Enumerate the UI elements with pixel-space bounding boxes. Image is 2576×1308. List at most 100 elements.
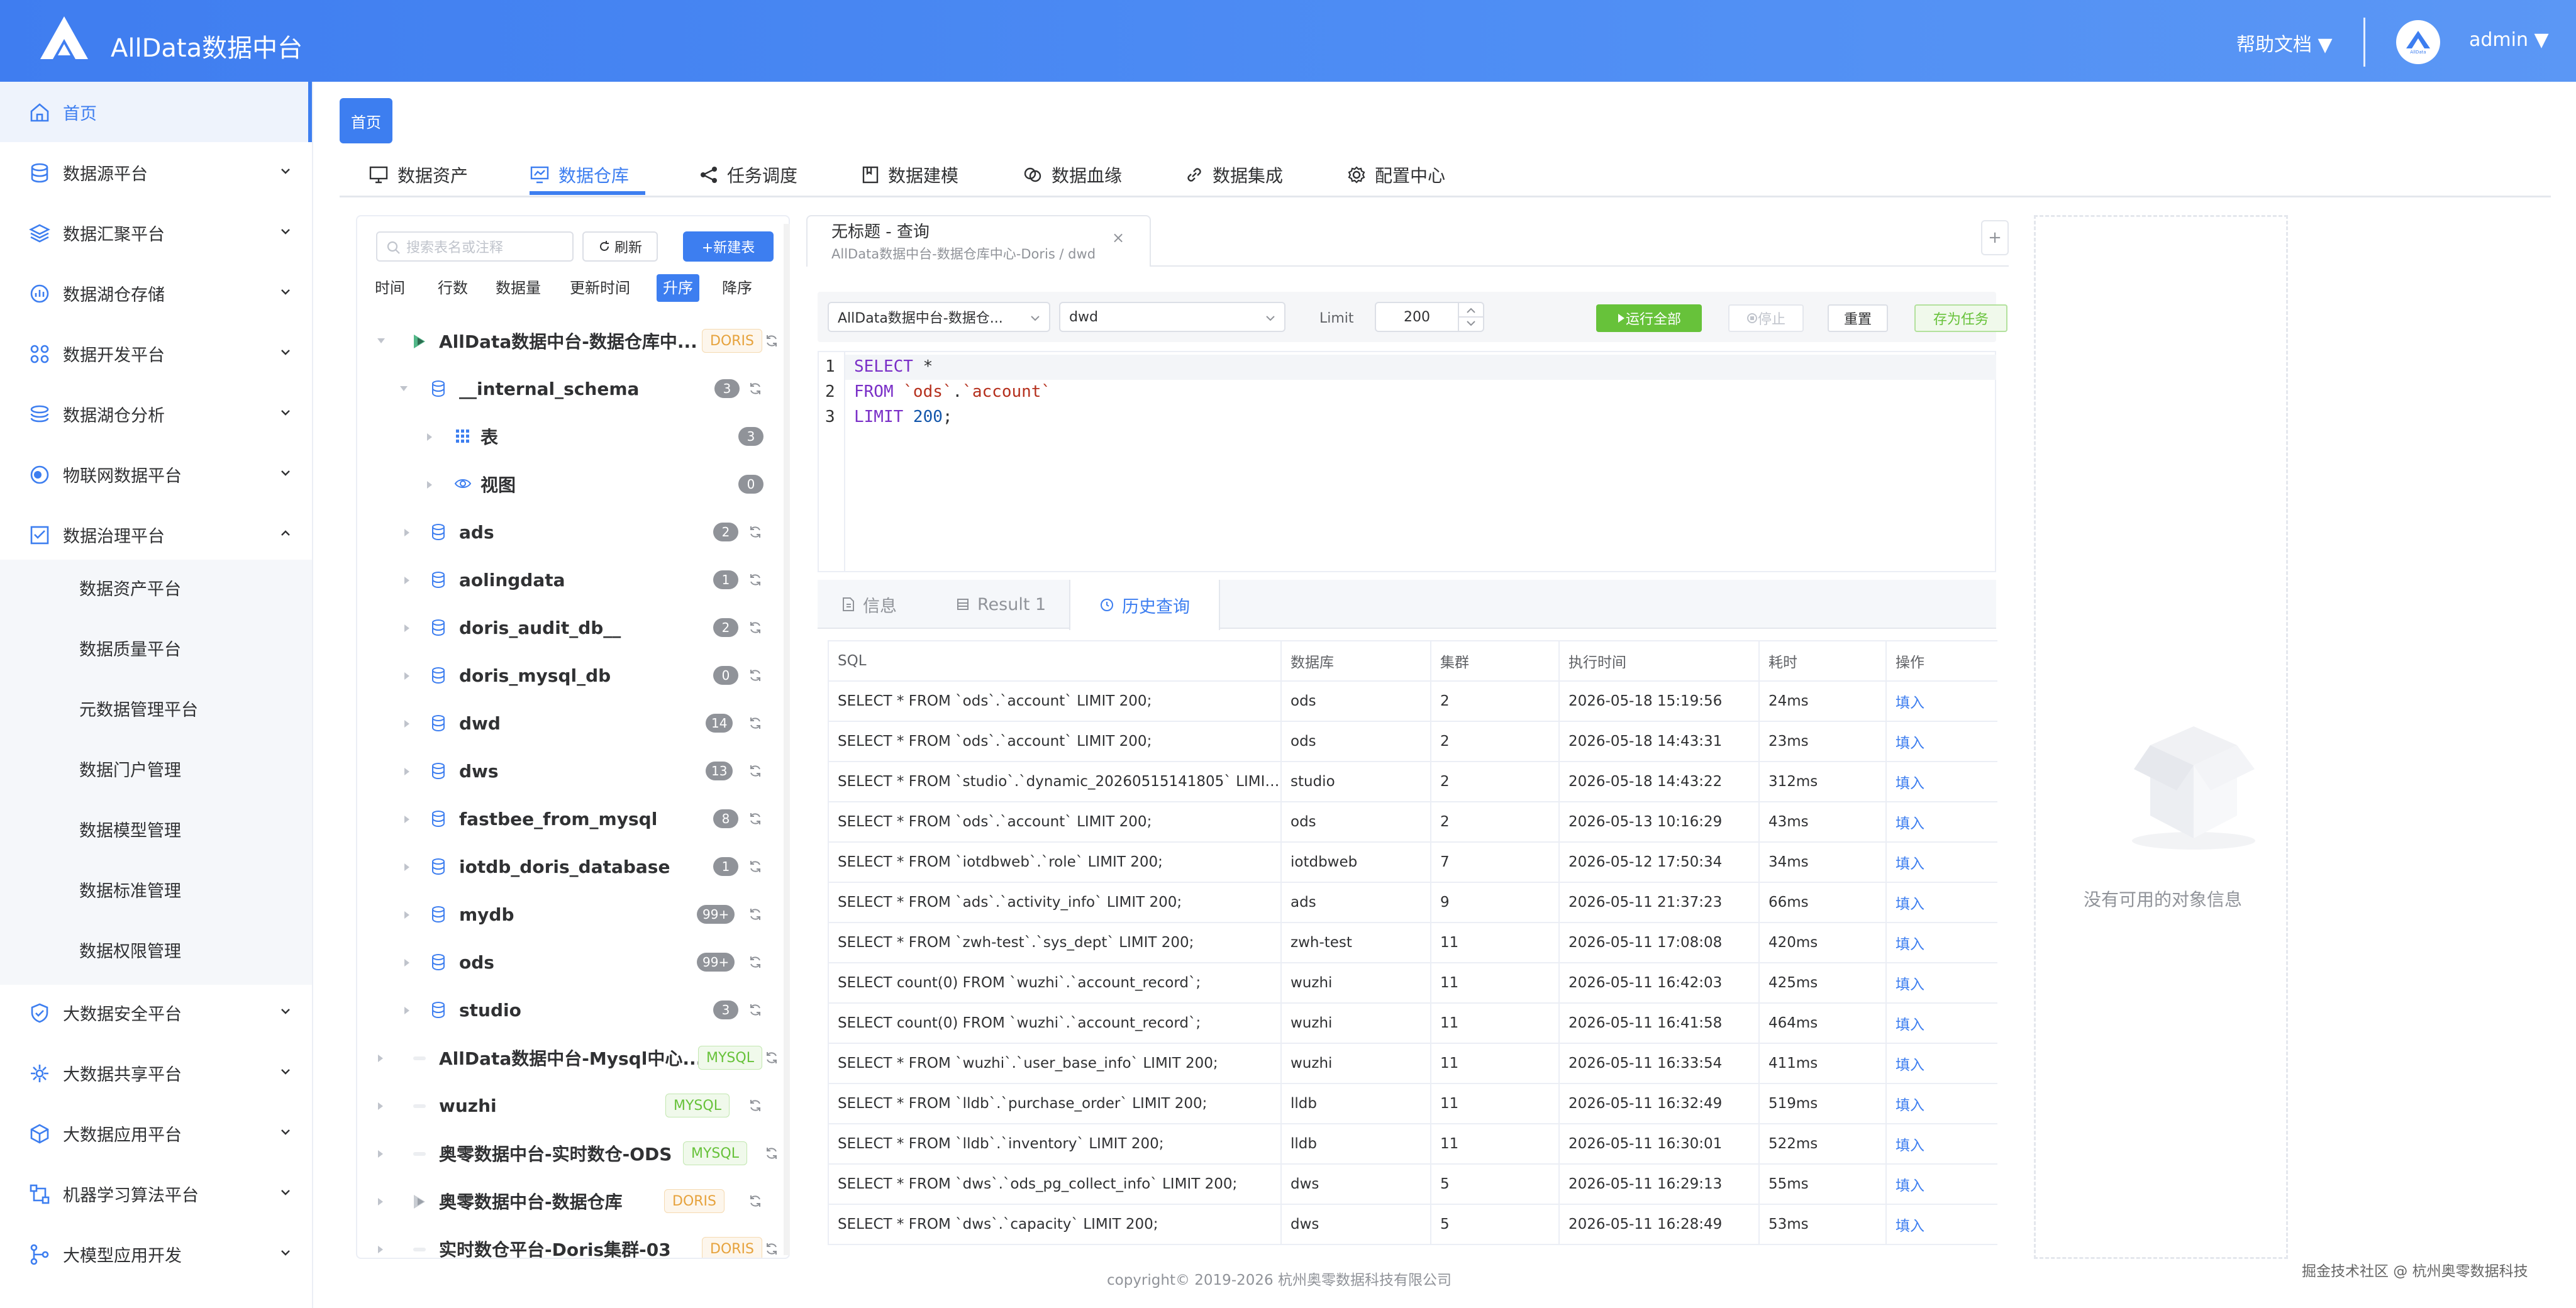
caret-right-icon[interactable] [402,767,411,777]
sidebar-item-dev[interactable]: 数据开发平台 [0,323,312,384]
schema-node[interactable]: fastbee_from_mysql 8 [357,795,789,843]
refresh-icon[interactable] [747,667,763,684]
schema-node[interactable]: doris_mysql_db 0 [357,651,789,699]
sidebar-item-application[interactable]: 大数据应用平台 [0,1103,312,1163]
sidebar-item-lakehouse-storage[interactable]: 数据湖仓存储 [0,263,312,323]
stop-button[interactable]: 停止 [1728,304,1804,332]
tab-data-integration[interactable]: 数据集成 [1185,161,1283,189]
refresh-icon[interactable] [763,1145,780,1161]
fill-in-link[interactable]: 填入 [1885,1163,1997,1205]
sort-by-size[interactable]: 数据量 [489,274,547,302]
schema-node[interactable]: dws 13 [357,747,789,795]
sort-ascending[interactable]: 升序 [657,274,699,302]
schema-node[interactable]: dwd 14 [357,699,789,747]
fill-in-link[interactable]: 填入 [1885,1123,1997,1165]
sidebar-item-governance[interactable]: 数据治理平台 [0,504,312,565]
datasource-node[interactable]: 奥零数据中台-数据仓库 DORIS [357,1177,789,1225]
schema-node[interactable]: iotdb_doris_database 1 [357,843,789,890]
tab-data-warehouse[interactable]: 数据仓库 [530,161,629,189]
caret-right-icon[interactable] [402,719,411,729]
tab-config-center[interactable]: 配置中心 [1347,161,1445,189]
tree-scrollbar[interactable] [784,224,790,1255]
refresh-icon[interactable] [747,811,763,827]
refresh-icon[interactable] [763,333,780,349]
query-tab[interactable]: 无标题 - 查询 AllData数据中台-数据仓库中心-Doris / dwd … [806,215,1151,267]
schema-node[interactable]: aolingdata 1 [357,556,789,604]
avatar[interactable]: AllData [2396,20,2440,64]
new-table-button[interactable]: +新建表 [683,231,774,262]
refresh-button[interactable]: 刷新 [582,231,658,262]
sidebar-item-datasource[interactable]: 数据源平台 [0,142,312,202]
limit-input[interactable]: 200 [1375,302,1484,332]
limit-stepper[interactable] [1458,303,1483,331]
sidebar-item-ml[interactable]: 机器学习算法平台 [0,1163,312,1224]
caret-right-icon[interactable] [402,910,411,920]
tab-query-history[interactable]: 历史查询 [1069,580,1220,630]
fill-in-link[interactable]: 填入 [1885,882,1997,923]
sort-descending[interactable]: 降序 [716,274,758,302]
tab-data-asset[interactable]: 数据资产 [369,161,468,189]
tab-data-modeling[interactable]: 数据建模 [862,161,958,189]
tab-info[interactable]: 信息 [841,580,897,629]
datasource-node[interactable]: 奥零数据中台-实时数仓-ODS MYSQL [357,1129,789,1177]
fill-in-link[interactable]: 填入 [1885,962,1997,1004]
sidebar-item-lakehouse-analysis[interactable]: 数据湖仓分析 [0,384,312,444]
submenu-metadata[interactable]: 元数据管理平台 [79,680,306,741]
caret-right-icon[interactable] [402,1006,411,1016]
schema-node[interactable]: __internal_schema 3 [357,365,789,413]
schema-node[interactable]: mydb 99+ [357,890,789,938]
caret-right-icon[interactable] [402,814,411,824]
refresh-icon[interactable] [763,1050,780,1066]
caret-right-icon[interactable] [376,1197,385,1207]
fill-in-link[interactable]: 填入 [1885,1043,1997,1084]
schema-node[interactable]: ods 99+ [357,938,789,986]
save-as-task-button[interactable]: 存为任务 [1914,304,2007,332]
caret-right-icon[interactable] [402,862,411,872]
fill-in-link[interactable]: 填入 [1885,721,1997,762]
datasource-node[interactable]: AllData数据中台-Mysql中心... MYSQL [357,1034,789,1082]
caret-right-icon[interactable] [402,575,411,585]
refresh-icon[interactable] [747,906,763,923]
refresh-icon[interactable] [747,619,763,636]
caret-right-icon[interactable] [376,1101,385,1111]
sql-editor[interactable]: 1 2 3 SELECT * FROM `ods`.`account` LIMI… [818,351,1996,572]
schema-node[interactable]: studio 3 [357,986,789,1034]
caret-right-icon[interactable] [425,480,434,490]
datasource-node[interactable]: 实时数仓平台-Doris集群-03 DORIS [357,1225,789,1258]
sidebar-item-llm[interactable]: 大模型应用开发 [0,1224,312,1284]
caret-right-icon[interactable] [402,958,411,968]
refresh-icon[interactable] [747,715,763,731]
datasource-node[interactable]: AllData数据中台-数据仓库中... DORIS [357,317,789,365]
refresh-icon[interactable] [747,1097,763,1114]
refresh-icon[interactable] [763,1241,780,1257]
caret-down-icon[interactable] [399,384,409,393]
datasource-select[interactable]: AllData数据中台-数据仓... [828,302,1050,332]
run-all-button[interactable]: 运行全部 [1596,304,1702,332]
tab-result-1[interactable]: Result 1 [956,580,1046,629]
caret-right-icon[interactable] [376,1149,385,1159]
database-select[interactable]: dwd [1059,302,1285,332]
sort-by-update-time[interactable]: 更新时间 [564,274,636,302]
tag-home[interactable]: 首页 [340,98,392,143]
submenu-portal[interactable]: 数据门户管理 [79,741,306,801]
sidebar-item-home[interactable]: 首页 [0,82,312,142]
fill-in-link[interactable]: 填入 [1885,841,1997,883]
refresh-icon[interactable] [747,380,763,397]
refresh-icon[interactable] [747,954,763,970]
sidebar-item-sharing[interactable]: 大数据共享平台 [0,1043,312,1103]
submenu-quality-platform[interactable]: 数据质量平台 [79,620,306,680]
refresh-icon[interactable] [747,763,763,779]
sort-by-time[interactable]: 时间 [369,274,411,302]
sidebar-item-aggregation[interactable]: 数据汇聚平台 [0,202,312,263]
reset-button[interactable]: 重置 [1828,304,1888,332]
fill-in-link[interactable]: 填入 [1885,1204,1997,1245]
submenu-permission[interactable]: 数据权限管理 [79,922,306,982]
refresh-icon[interactable] [747,572,763,588]
schema-node[interactable]: ads 2 [357,508,789,556]
submenu-asset-platform[interactable]: 数据资产平台 [79,560,306,620]
tab-data-lineage[interactable]: 数据血缘 [1023,161,1122,189]
caret-right-icon[interactable] [402,528,411,538]
user-menu[interactable]: admin ▼ [2469,29,2549,51]
refresh-icon[interactable] [747,1002,763,1018]
sort-by-rows[interactable]: 行数 [431,274,474,302]
